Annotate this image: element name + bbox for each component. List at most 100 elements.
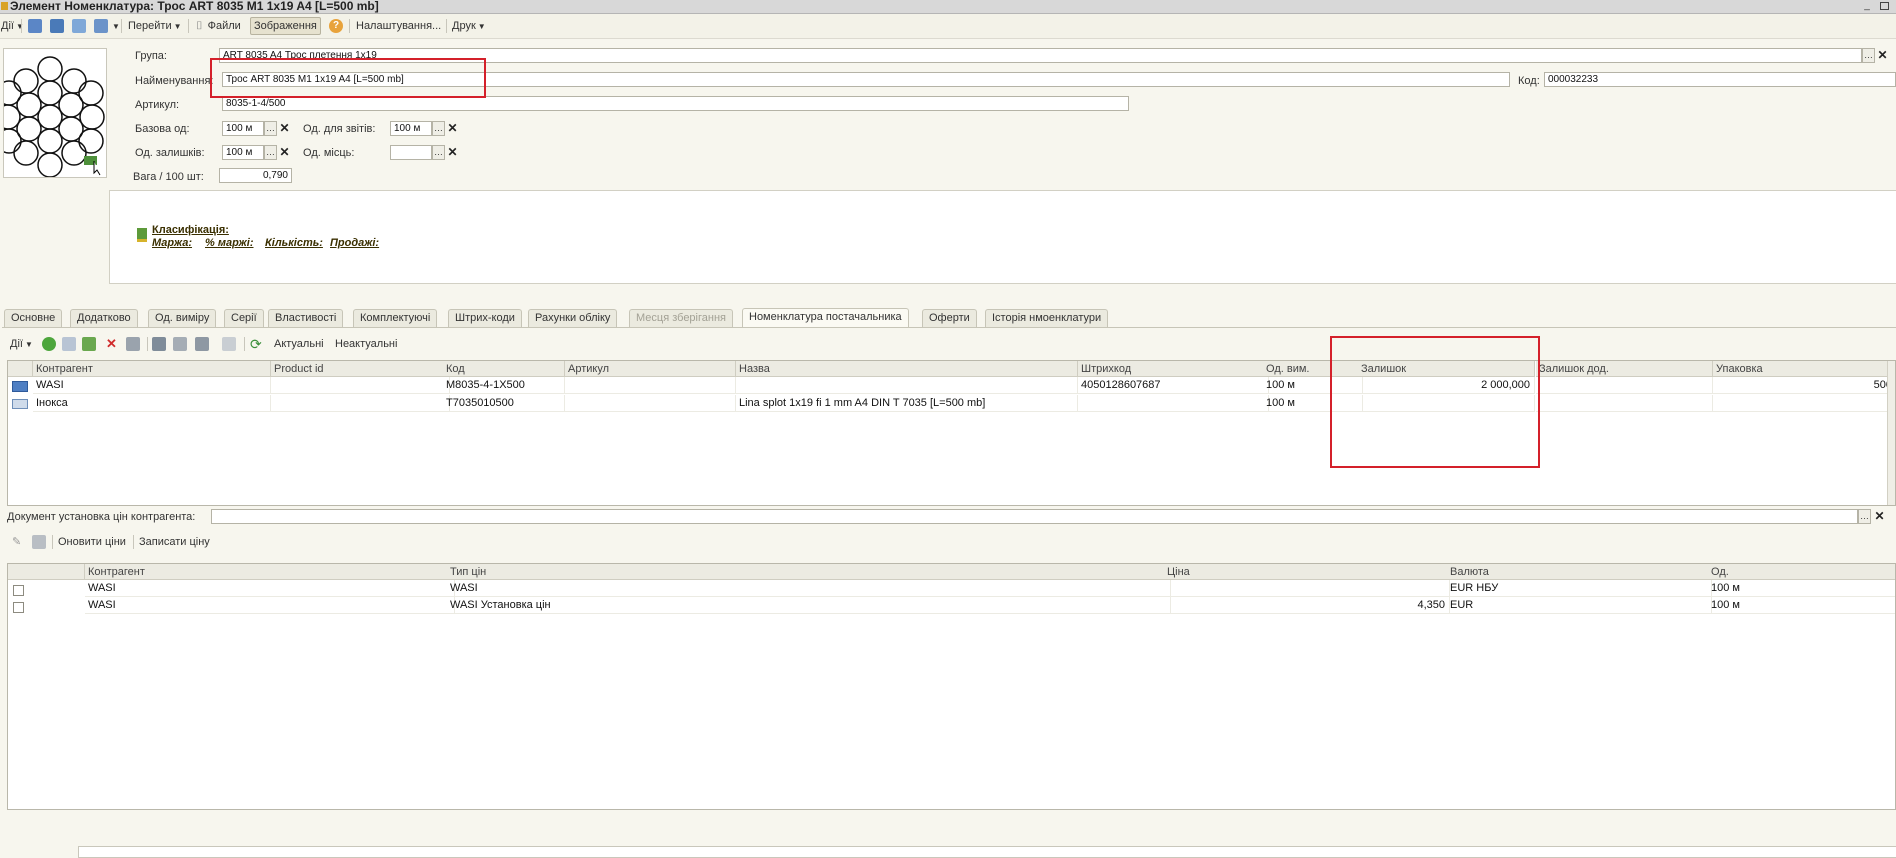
place-unit-select-button[interactable]: … xyxy=(432,145,445,160)
table-settings-icon[interactable] xyxy=(126,337,140,351)
table-cell[interactable] xyxy=(271,395,450,412)
column-header[interactable]: Ціна xyxy=(1164,564,1450,580)
table-cell[interactable] xyxy=(1164,580,1450,597)
tab-accounts[interactable]: Рахунки обліку xyxy=(528,309,618,327)
tab-additional[interactable]: Додатково xyxy=(70,309,138,327)
minimize-icon[interactable]: _ xyxy=(1862,1,1872,11)
table-cell[interactable]: 4,350 xyxy=(1164,597,1450,614)
inactual-filter-button[interactable]: Неактуальні xyxy=(335,335,397,353)
table-cell[interactable]: Lina splot 1x19 fi 1 mm A4 DIN T 7035 [L… xyxy=(736,395,1078,412)
group-select-button[interactable]: … xyxy=(1862,48,1875,63)
settings-button[interactable]: Налаштування... xyxy=(356,18,441,34)
place-unit-clear-button[interactable]: ✕ xyxy=(446,145,459,160)
copy-row-icon[interactable] xyxy=(62,337,76,351)
tab-properties[interactable]: Властивості xyxy=(268,309,344,327)
margin-link[interactable]: Маржа: xyxy=(152,237,192,249)
filter-icon[interactable] xyxy=(152,337,166,351)
tab-components[interactable]: Комплектуючі xyxy=(353,309,438,327)
go-icon-caret[interactable]: ▼ xyxy=(110,18,120,34)
column-header[interactable]: Валюта xyxy=(1447,564,1712,580)
tab-units[interactable]: Од. виміру xyxy=(148,309,217,327)
table-cell[interactable]: WASI xyxy=(85,580,455,597)
column-header[interactable]: Од. xyxy=(1708,564,1895,580)
comment-field[interactable] xyxy=(78,846,1896,858)
report-unit-select-button[interactable]: … xyxy=(432,121,445,136)
row-checkbox[interactable] xyxy=(13,602,24,613)
column-header[interactable]: Product id xyxy=(271,361,450,377)
goto-menu[interactable]: Перейти ▼ xyxy=(128,18,182,34)
margin-pct-link[interactable]: % маржі: xyxy=(205,237,254,249)
table-cell[interactable]: 100 м xyxy=(1708,580,1895,597)
clear-filter-icon[interactable] xyxy=(222,337,236,351)
item-image[interactable] xyxy=(3,48,107,178)
actual-filter-button[interactable]: Актуальні xyxy=(274,335,324,353)
add-icon[interactable] xyxy=(42,337,56,351)
report-unit-clear-button[interactable]: ✕ xyxy=(446,121,459,136)
table-icon[interactable] xyxy=(32,535,46,549)
save-icon[interactable] xyxy=(50,19,64,33)
save-close-icon[interactable] xyxy=(28,19,42,33)
delete-icon[interactable]: ✕ xyxy=(106,335,117,353)
tab-main[interactable]: Основне xyxy=(4,309,63,327)
base-unit-field[interactable]: 100 м xyxy=(222,121,264,136)
table-cell[interactable] xyxy=(565,395,736,412)
base-unit-clear-button[interactable]: ✕ xyxy=(278,121,291,136)
table-cell[interactable] xyxy=(1536,377,1713,394)
table-cell[interactable]: WASI xyxy=(33,377,271,394)
table-cell[interactable]: WASI Установка цін xyxy=(447,597,1171,614)
tab-series[interactable]: Серії xyxy=(224,309,264,327)
column-header[interactable]: Назва xyxy=(736,361,1078,377)
files-button[interactable]: ⌷ Файли xyxy=(196,18,241,34)
column-header[interactable]: Артикул xyxy=(565,361,736,377)
stock-unit-field[interactable]: 100 м xyxy=(222,145,264,160)
table-cell[interactable] xyxy=(565,377,736,394)
go-icon[interactable] xyxy=(94,19,108,33)
refresh-prices-button[interactable]: Оновити ціни xyxy=(58,533,126,551)
table-cell[interactable]: EUR xyxy=(1447,597,1712,614)
table-cell[interactable]: WASI xyxy=(447,580,1171,597)
code-field[interactable]: 000032233 xyxy=(1544,72,1896,87)
print-menu[interactable]: Друк ▼ xyxy=(452,18,486,34)
row-checkbox[interactable] xyxy=(13,585,24,596)
column-header[interactable]: Тип цін xyxy=(447,564,1171,580)
filter-menu-icon[interactable] xyxy=(195,337,209,351)
column-header[interactable]: Упаковка xyxy=(1713,361,1895,377)
table-cell[interactable]: 500 xyxy=(1713,377,1895,394)
table-cell[interactable] xyxy=(736,377,1078,394)
weight-field[interactable]: 0,790 xyxy=(219,168,292,183)
classification-link[interactable]: Класифікація: xyxy=(152,224,229,236)
stock-unit-select-button[interactable]: … xyxy=(264,145,277,160)
column-header[interactable]: Залишок дод. xyxy=(1536,361,1713,377)
table-cell[interactable]: 100 м xyxy=(1708,597,1895,614)
column-header[interactable]: Контрагент xyxy=(33,361,271,377)
tab-barcodes[interactable]: Штрих-коди xyxy=(448,309,522,327)
group-clear-button[interactable]: ✕ xyxy=(1876,48,1889,63)
price-doc-select-button[interactable]: … xyxy=(1858,509,1871,524)
restore-icon[interactable] xyxy=(1880,2,1889,10)
table-cell[interactable] xyxy=(271,377,450,394)
tab-offers[interactable]: Оферти xyxy=(922,309,977,327)
table-cell[interactable] xyxy=(1078,395,1269,412)
price-doc-clear-button[interactable]: ✕ xyxy=(1873,509,1886,524)
vertical-scrollbar[interactable] xyxy=(1887,361,1895,505)
table-cell[interactable]: EUR НБУ xyxy=(1447,580,1712,597)
edit-icon[interactable] xyxy=(82,337,96,351)
quantity-link[interactable]: Кількість: xyxy=(265,237,323,249)
stock-unit-clear-button[interactable]: ✕ xyxy=(278,145,291,160)
table-cell[interactable] xyxy=(1536,395,1713,412)
table-cell[interactable]: T7035010500 xyxy=(443,395,565,412)
sales-link[interactable]: Продажі: xyxy=(330,237,379,249)
supplier-table[interactable]: Контрагент Product id Код Артикул Назва … xyxy=(7,360,1896,506)
article-field[interactable]: 8035-1-4/500 xyxy=(222,96,1129,111)
table-cell[interactable]: WASI xyxy=(85,597,455,614)
filter-list-icon[interactable] xyxy=(173,337,187,351)
price-table[interactable]: Контрагент Тип цін Ціна Валюта Од. WASI … xyxy=(7,563,1896,810)
copy-icon[interactable] xyxy=(72,19,86,33)
table-cell[interactable]: M8035-4-1X500 xyxy=(443,377,565,394)
place-unit-field[interactable] xyxy=(390,145,432,160)
base-unit-select-button[interactable]: … xyxy=(264,121,277,136)
table-cell[interactable]: 4050128607687 xyxy=(1078,377,1269,394)
images-button[interactable]: Зображення xyxy=(250,17,321,35)
report-unit-field[interactable]: 100 м xyxy=(390,121,432,136)
supplier-actions-menu[interactable]: Дії ▼ xyxy=(10,335,33,353)
